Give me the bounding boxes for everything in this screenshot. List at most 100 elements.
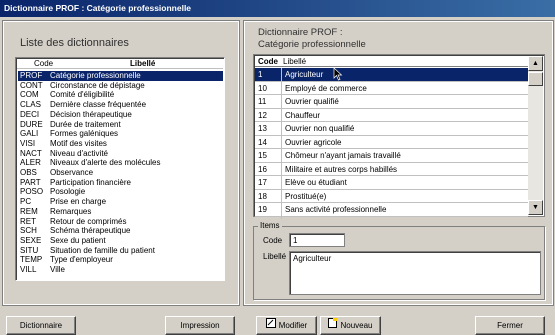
table-row[interactable]: 19 Sans activité professionnelle bbox=[255, 203, 528, 219]
dictionary-code: POSO bbox=[20, 187, 44, 197]
row-label: Chauffeur bbox=[285, 110, 320, 120]
dictionary-list-item[interactable]: CLAS Dernière classe fréquentée bbox=[18, 100, 223, 110]
dictionnaire-button[interactable]: Dictionnaire bbox=[6, 316, 76, 335]
dictionary-list-item[interactable]: TEMP Type d'employeur bbox=[18, 255, 223, 265]
dictionary-list-item[interactable]: POSO Posologie bbox=[18, 187, 223, 197]
dictionary-list-item[interactable]: CONT Circonstance de dépistage bbox=[18, 81, 223, 91]
row-label: Chômeur n'ayant jamais travaillé bbox=[285, 151, 401, 160]
dictionary-code: OBS bbox=[20, 168, 37, 177]
dictionary-list-item[interactable]: OBS Observance bbox=[18, 168, 223, 178]
dictionary-label: Prise en charge bbox=[50, 197, 107, 207]
row-code: 13 bbox=[258, 124, 267, 133]
grid-scrollbar[interactable]: ▲ ▼ bbox=[528, 56, 543, 215]
dictionary-list-item[interactable]: RET Retour de comprimés bbox=[18, 217, 223, 227]
dictionaries-list-title: Liste des dictionnaires bbox=[20, 37, 129, 49]
dictionaries-listbox[interactable]: Code Libellé PROF Catégorie professionnel… bbox=[15, 57, 225, 281]
dictionary-label: Niveaux d'alerte des molécules bbox=[50, 158, 161, 168]
table-row[interactable]: 12 Chauffeur bbox=[255, 108, 528, 125]
dictionary-code: COM bbox=[20, 90, 39, 100]
row-label: Elève ou étudiant bbox=[285, 178, 347, 187]
row-label: Prostitué(e) bbox=[285, 191, 327, 201]
row-code: 14 bbox=[258, 137, 267, 147]
dictionary-label: Situation de famille du patient bbox=[50, 245, 155, 255]
dictionary-list-item[interactable]: VISI Motif des visites bbox=[18, 139, 223, 149]
modifier-button[interactable]: Modifier bbox=[256, 316, 317, 335]
dictionary-code: GALI bbox=[20, 129, 39, 139]
table-row[interactable]: 1 Agriculteur bbox=[255, 68, 528, 84]
dictionary-code: PROF bbox=[20, 71, 43, 80]
row-label: Militaire et autres corps habillés bbox=[285, 164, 398, 174]
scroll-up-icon[interactable]: ▲ bbox=[528, 56, 543, 71]
row-label: Agriculteur bbox=[285, 70, 324, 79]
grid-col-label[interactable]: Libellé bbox=[283, 57, 306, 66]
dictionary-list-item[interactable]: DURE Durée de traitement bbox=[18, 120, 223, 130]
table-row[interactable]: 10 Employé de commerce bbox=[255, 81, 528, 98]
table-row[interactable]: 16 Militaire et autres corps habillés bbox=[255, 162, 528, 179]
dictionary-list-item[interactable]: GALI Formes galéniques bbox=[18, 129, 223, 139]
dictionnaire-button-label: Dictionnaire bbox=[19, 321, 63, 330]
dictionaries-list-header: Code Libellé bbox=[17, 59, 223, 69]
dictionary-list-item[interactable]: SCH Schéma thérapeutique bbox=[18, 226, 223, 236]
dictionary-list-item[interactable]: NACT Niveau d'activité bbox=[18, 149, 223, 159]
table-row[interactable]: 14 Ouvrier agricole bbox=[255, 135, 528, 152]
dictionary-label: Formes galéniques bbox=[50, 129, 119, 139]
dictionary-code: SEXE bbox=[20, 235, 42, 245]
fermer-button-label: Fermer bbox=[497, 321, 523, 330]
table-row[interactable]: 17 Elève ou étudiant bbox=[255, 176, 528, 192]
dictionary-label: Motif des visites bbox=[50, 138, 107, 148]
dictionary-label: Sexe du patient bbox=[50, 235, 106, 245]
dictionary-code: SCH bbox=[20, 226, 37, 236]
dictionary-list-item[interactable]: DECI Décision thérapeutique bbox=[18, 110, 223, 120]
dictionary-label: Décision thérapeutique bbox=[50, 109, 132, 119]
dictionary-code: CLAS bbox=[20, 100, 41, 110]
fermer-button[interactable]: Fermer bbox=[475, 316, 545, 335]
code-field[interactable]: 1 bbox=[289, 233, 345, 247]
column-separator bbox=[281, 203, 282, 219]
row-label: Ouvrier non qualifié bbox=[285, 124, 355, 133]
dictionary-label: Comité d'éligibilité bbox=[50, 90, 115, 100]
dictionary-label: Ville bbox=[50, 265, 65, 274]
table-row[interactable]: 13 Ouvrier non qualifié bbox=[255, 122, 528, 138]
dictionary-code: TEMP bbox=[20, 255, 43, 265]
new-document-icon bbox=[328, 317, 338, 334]
dictionary-code: DECI bbox=[20, 109, 40, 119]
dictionary-list-item[interactable]: PC Prise en charge bbox=[18, 197, 223, 207]
row-code: 11 bbox=[258, 97, 267, 106]
dictionary-list-item[interactable]: SITU Situation de famille du patient bbox=[18, 246, 223, 256]
col-header-label[interactable]: Libellé bbox=[130, 59, 155, 68]
entries-grid[interactable]: Code Libellé 1 Agriculteur 10 Employé de co… bbox=[253, 54, 545, 219]
dictionary-label: Type d'employeur bbox=[50, 255, 113, 265]
row-code: 12 bbox=[258, 110, 267, 120]
dictionary-list-item[interactable]: COM Comité d'éligibilité bbox=[18, 90, 223, 100]
col-header-code[interactable]: Code bbox=[34, 59, 53, 68]
dictionary-list-item[interactable]: PROF Catégorie professionnelle bbox=[18, 71, 223, 81]
dictionary-code: PC bbox=[20, 197, 32, 207]
items-group-label: Items bbox=[258, 221, 282, 230]
table-row[interactable]: 18 Prostitué(e) bbox=[255, 189, 528, 206]
window-title: Dictionnaire PROF : Catégorie profession… bbox=[0, 0, 555, 17]
dictionary-title-line1: Dictionnaire PROF : bbox=[258, 27, 343, 38]
table-row[interactable]: 11 Ouvrier qualifié bbox=[255, 95, 528, 111]
scroll-down-icon[interactable]: ▼ bbox=[528, 200, 543, 215]
grid-col-code[interactable]: Code bbox=[258, 57, 278, 66]
impression-button-label: Impression bbox=[180, 321, 220, 330]
nouveau-button-label: Nouveau bbox=[340, 321, 373, 330]
dictionary-list-item[interactable]: ALER Niveaux d'alerte des molécules bbox=[18, 158, 223, 168]
scroll-thumb[interactable] bbox=[528, 72, 543, 86]
dictionary-label: Niveau d'activité bbox=[50, 148, 108, 158]
dictionary-label: Participation financière bbox=[50, 177, 131, 187]
row-code: 18 bbox=[258, 191, 267, 201]
row-code: 10 bbox=[258, 83, 267, 93]
dictionary-code: NACT bbox=[20, 148, 42, 158]
dictionary-list-item[interactable]: SEXE Sexe du patient bbox=[18, 236, 223, 246]
impression-button[interactable]: Impression bbox=[165, 316, 235, 335]
dictionary-list-item[interactable]: PART Participation financière bbox=[18, 178, 223, 188]
libelle-field[interactable]: Agriculteur bbox=[289, 251, 541, 295]
row-code: 16 bbox=[258, 164, 267, 174]
dictionary-list-item[interactable]: REM Remarques bbox=[18, 207, 223, 217]
dictionary-code: DURE bbox=[20, 119, 43, 129]
dictionary-list-item[interactable]: VILL Ville bbox=[18, 265, 223, 275]
nouveau-button[interactable]: Nouveau bbox=[320, 316, 381, 335]
table-row[interactable]: 15 Chômeur n'ayant jamais travaillé bbox=[255, 149, 528, 165]
row-code: 19 bbox=[258, 205, 267, 214]
